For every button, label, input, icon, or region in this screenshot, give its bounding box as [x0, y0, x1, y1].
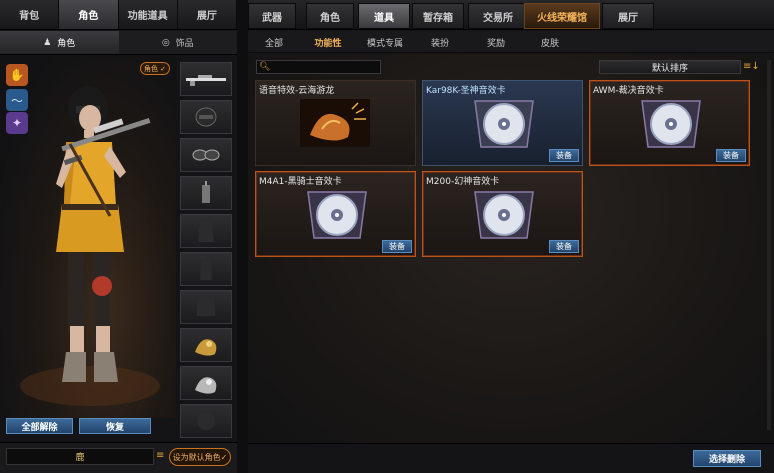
filter-skin[interactable]: 皮肤	[534, 34, 566, 50]
scrollbar[interactable]	[767, 60, 771, 430]
tab-items[interactable]: 道具	[358, 3, 410, 29]
item-card[interactable]: Kar98K-圣神音效卡 装备	[422, 80, 583, 166]
slot-gold-charm[interactable]	[180, 328, 232, 362]
tab-storage[interactable]: 暂存箱	[412, 3, 464, 29]
filter-outfit[interactable]: 装扮	[424, 34, 456, 50]
dragon-charm-icon	[195, 339, 217, 356]
tab-showroom[interactable]: 展厅	[178, 0, 237, 29]
slot-empty-4[interactable]	[180, 404, 232, 438]
role-badge-label: 角色	[143, 64, 158, 73]
slot-empty-1[interactable]	[180, 214, 232, 248]
tab-roles[interactable]: 角色	[306, 3, 354, 29]
item-card[interactable]: AWM-裁决音效卡 装备	[589, 80, 750, 166]
helmet-icon	[195, 107, 217, 127]
right-sub-tab-bar: 全部 功能性 模式专属 装扮 奖励 皮肤	[248, 31, 774, 53]
rifle-icon	[186, 75, 226, 86]
set-default-label: 设为默认角色	[172, 452, 221, 462]
tab-right-showroom[interactable]: 展厅	[602, 3, 654, 29]
radio-icon	[202, 181, 210, 203]
filter-all[interactable]: 全部	[260, 34, 288, 50]
tab-glory-hall[interactable]: 火线荣耀馆	[524, 3, 600, 29]
character-panel: 背包 角色 功能道具 展厅 ♟ 角色 ◎ 饰品 ✋ 〜 ✦ 角色 ✓ 全部解除 …	[0, 0, 237, 473]
sound-card-disc-icon	[474, 100, 534, 148]
tab-exchange[interactable]: 交易所	[468, 3, 528, 29]
slot-goggles[interactable]	[180, 138, 232, 172]
equip-button[interactable]: 装备	[382, 240, 412, 253]
subtab-character-label: 角色	[57, 39, 76, 49]
silver-charm-icon	[195, 377, 217, 394]
filter-reward[interactable]: 奖励	[480, 34, 512, 50]
item-card[interactable]: M4A1-黑骑士音效卡 装备	[255, 171, 416, 257]
empty-round-icon	[197, 412, 215, 430]
subtab-character[interactable]: ♟ 角色	[0, 31, 119, 54]
check-icon: ✓	[157, 64, 167, 73]
tab-character[interactable]: 角色	[59, 0, 119, 29]
mode-water-icon[interactable]: 〜	[6, 89, 28, 111]
item-card[interactable]: 语音特效-云海游龙	[255, 80, 416, 166]
equip-button[interactable]: 装备	[549, 240, 579, 253]
remove-all-button[interactable]: 全部解除	[6, 418, 73, 434]
filter-functional[interactable]: 功能性	[308, 34, 348, 50]
slot-radio[interactable]	[180, 176, 232, 210]
character-figure	[20, 86, 160, 406]
slot-silver-charm[interactable]	[180, 366, 232, 400]
subtab-accessories[interactable]: ◎ 饰品	[119, 31, 238, 54]
slot-empty-2[interactable]	[180, 252, 232, 286]
left-tab-bar: 背包 角色 功能道具 展厅	[0, 0, 237, 30]
item-name: 语音特效-云海游龙	[259, 86, 335, 96]
sort-dropdown[interactable]: 默认排序	[599, 60, 741, 74]
search-input[interactable]: 🔍︎	[256, 60, 381, 74]
role-badge[interactable]: 角色 ✓	[140, 62, 170, 75]
mode-mystic-icon[interactable]: ✦	[6, 112, 28, 134]
dragon-voice-effect-icon	[300, 99, 370, 147]
sort-order-icon[interactable]: ≡↓	[743, 60, 760, 74]
empty-armor-icon	[198, 222, 214, 242]
empty-box-icon	[197, 298, 215, 316]
item-card[interactable]: M200-幻神音效卡 装备	[422, 171, 583, 257]
list-icon[interactable]: ≡	[156, 450, 166, 462]
empty-glove-icon	[200, 260, 212, 280]
tab-backpack[interactable]: 背包	[0, 0, 60, 29]
character-name-field[interactable]: 鹿	[6, 448, 154, 465]
equip-button[interactable]: 装备	[716, 149, 746, 162]
sound-card-disc-icon	[474, 191, 534, 239]
check-icon: ✓	[220, 452, 228, 462]
subtab-accessories-label: 饰品	[175, 39, 194, 49]
item-grid-area: 🔍︎ 默认排序 ≡↓ 语音特效-云海游龙 Kar98K-圣神音效卡 装备 AWM…	[248, 54, 774, 443]
equip-button[interactable]: 装备	[549, 149, 579, 162]
set-default-character-button[interactable]: 设为默认角色 ✓	[169, 448, 231, 466]
restore-button[interactable]: 恢复	[79, 418, 151, 434]
slot-helmet[interactable]	[180, 100, 232, 134]
inventory-panel: 武器 角色 道具 暂存箱 交易所 火线荣耀馆 展厅 全部 功能性 模式专属 装扮…	[248, 0, 774, 473]
select-delete-button[interactable]: 选择删除	[693, 450, 761, 467]
right-tab-bar: 武器 角色 道具 暂存箱 交易所 火线荣耀馆 展厅	[248, 0, 774, 30]
tab-weapons[interactable]: 武器	[248, 3, 296, 29]
search-icon: 🔍︎	[259, 62, 271, 72]
left-sub-tab-bar: ♟ 角色 ◎ 饰品	[0, 31, 237, 55]
tab-function-items[interactable]: 功能道具	[119, 0, 178, 29]
goggles-icon	[192, 149, 220, 161]
person-icon: ♟	[43, 37, 52, 48]
character-preview[interactable]	[0, 56, 176, 418]
sound-card-disc-icon	[307, 191, 367, 239]
sound-card-disc-icon	[641, 100, 701, 148]
ring-icon: ◎	[161, 37, 170, 48]
slot-primary-weapon[interactable]	[180, 62, 232, 96]
slot-empty-3[interactable]	[180, 290, 232, 324]
mode-fire-icon[interactable]: ✋	[6, 64, 28, 86]
filter-mode-exclusive[interactable]: 模式专属	[360, 34, 410, 50]
